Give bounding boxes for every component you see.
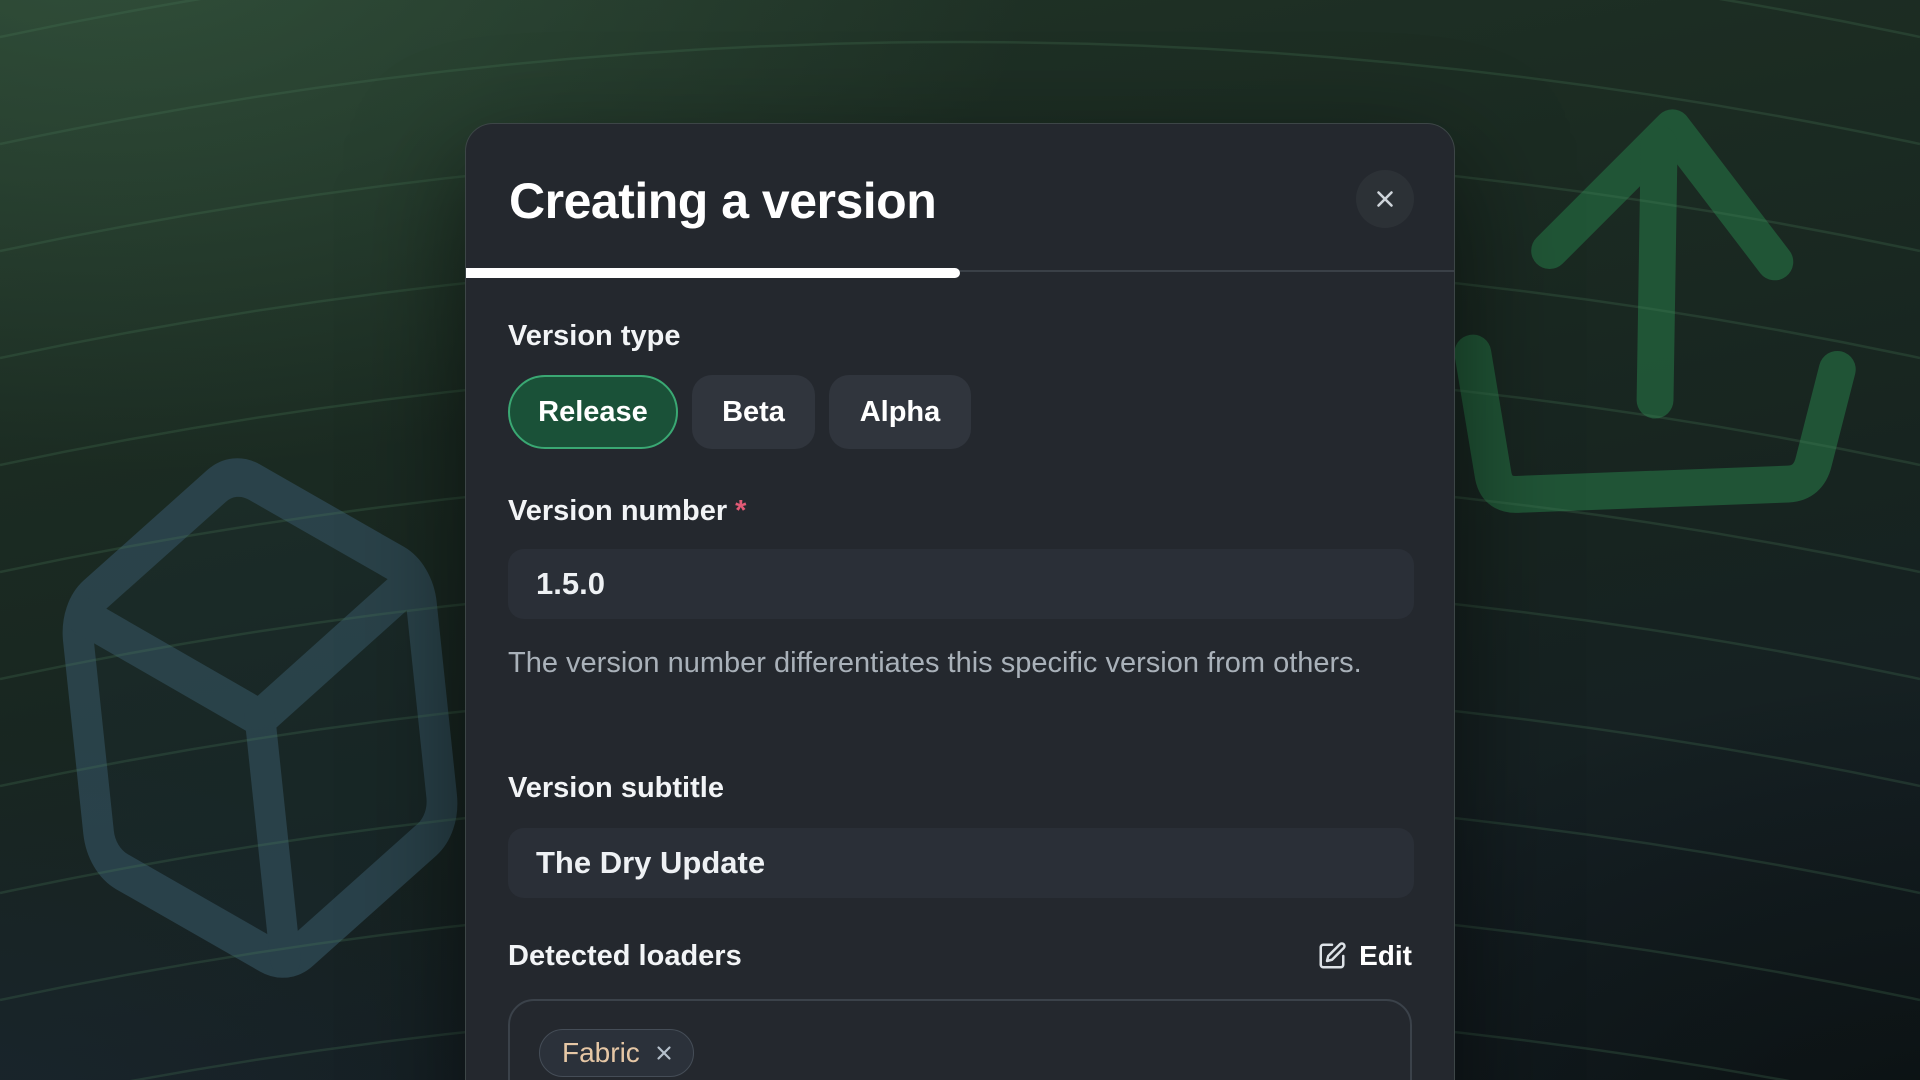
detected-loaders-box: Fabric [508, 999, 1412, 1080]
required-asterisk: * [735, 495, 746, 527]
modal-title: Creating a version [509, 171, 936, 231]
edit-label: Edit [1359, 940, 1412, 972]
version-type-beta-button[interactable]: Beta [692, 375, 815, 449]
remove-x-icon [653, 1042, 675, 1064]
version-type-options: Release Beta Alpha [508, 375, 971, 449]
create-version-modal: Creating a version Version type Release … [465, 123, 1455, 1080]
loader-chip-fabric: Fabric [539, 1029, 694, 1077]
loader-chip-label: Fabric [562, 1039, 640, 1067]
version-number-label: Version number* [508, 492, 746, 530]
version-type-alpha-button[interactable]: Alpha [829, 375, 971, 449]
screen: Creating a version Version type Release … [0, 0, 1920, 1080]
version-type-label: Version type [508, 317, 680, 355]
edit-loaders-button[interactable]: Edit [1317, 934, 1412, 978]
version-number-help: The version number differentiates this s… [508, 641, 1392, 685]
remove-loader-button[interactable] [653, 1042, 675, 1064]
version-number-input[interactable] [508, 549, 1414, 619]
version-subtitle-label: Version subtitle [508, 769, 724, 807]
close-icon [1372, 186, 1398, 212]
detected-loaders-label: Detected loaders [508, 937, 742, 975]
edit-pencil-icon [1317, 941, 1347, 971]
version-subtitle-input[interactable] [508, 828, 1414, 898]
version-type-release-button[interactable]: Release [508, 375, 678, 449]
close-button[interactable] [1356, 170, 1414, 228]
progress-fill [466, 268, 960, 278]
